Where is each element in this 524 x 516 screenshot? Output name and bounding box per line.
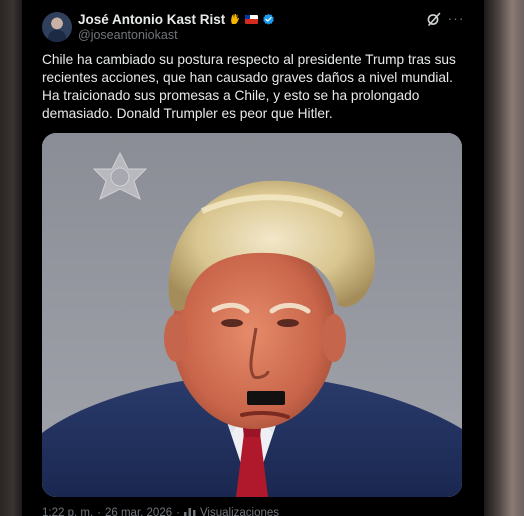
post-time[interactable]: 1:22 p. m. xyxy=(42,507,93,516)
author-handle[interactable]: @joseantoniokast xyxy=(78,28,178,42)
hand-emoji-icon xyxy=(231,13,240,24)
post-meta: 1:22 p. m. · 26 mar. 2026 · Visualizacio… xyxy=(42,506,279,516)
chile-flag-icon xyxy=(245,14,259,24)
background-left-edge xyxy=(0,0,22,516)
views-icon xyxy=(183,508,196,516)
mugshot-photo-image xyxy=(42,133,462,497)
author-name-row[interactable]: José Antonio Kast Rist xyxy=(78,10,275,28)
grok-icon[interactable] xyxy=(426,11,442,27)
avatar-figure xyxy=(48,30,66,42)
verified-badge-icon xyxy=(263,13,275,25)
background-right-edge xyxy=(484,0,524,516)
post-text: Chile ha cambiado su postura respecto al… xyxy=(42,52,460,121)
post-media[interactable] xyxy=(42,133,462,497)
avatar[interactable] xyxy=(42,12,72,42)
meta-separator: · xyxy=(97,507,101,516)
views-label: Visualizaciones xyxy=(199,507,280,516)
meta-separator-2: · xyxy=(176,507,180,516)
author-display-name[interactable]: José Antonio Kast Rist xyxy=(78,12,225,27)
post-card[interactable]: José Antonio Kast Rist @joseantoniokast … xyxy=(22,0,484,516)
post-date[interactable]: 26 mar. 2026 xyxy=(105,507,172,516)
more-options-icon[interactable]: ··· xyxy=(447,9,465,27)
